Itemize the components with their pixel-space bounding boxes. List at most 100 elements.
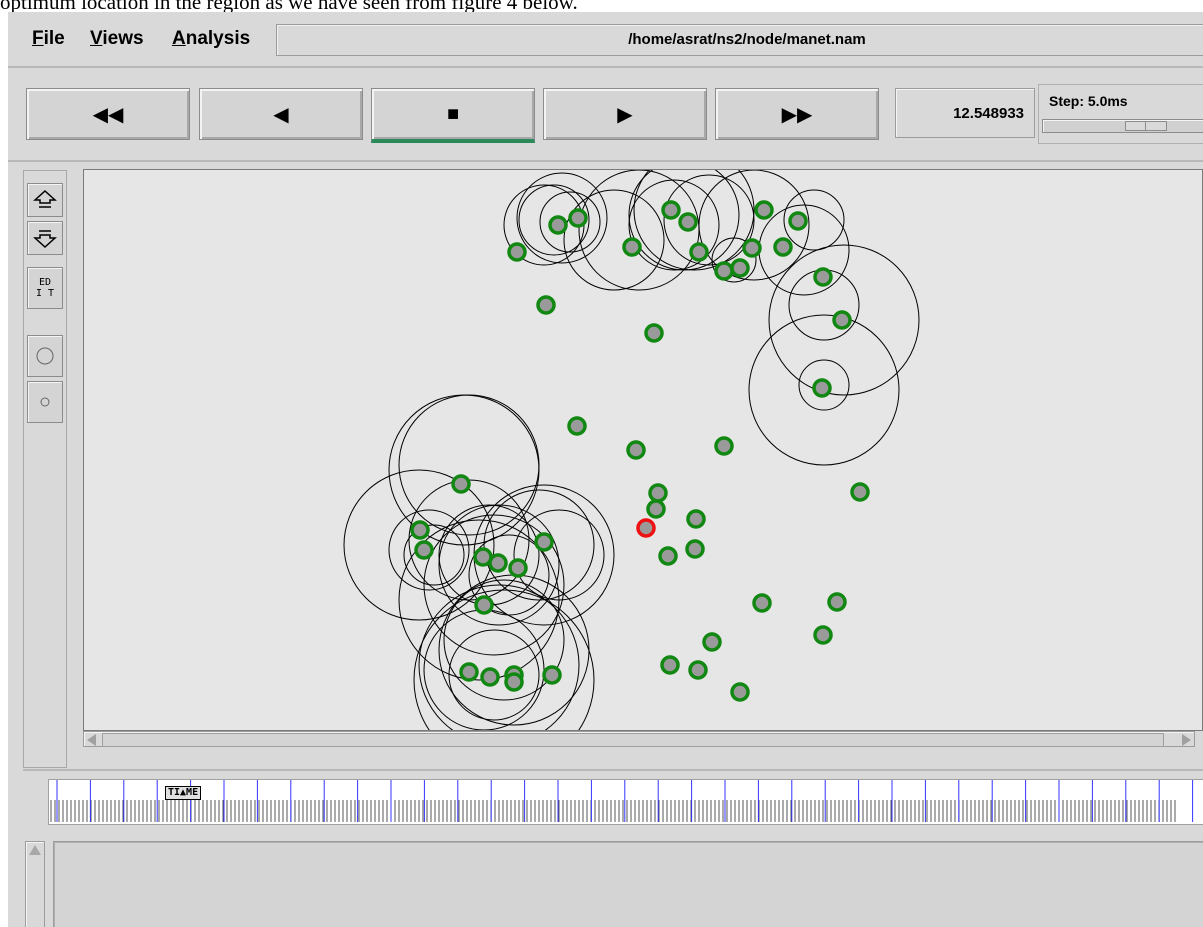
mobile-node[interactable] (832, 310, 852, 330)
fast-forward-button[interactable]: ▶▶ (715, 88, 879, 140)
mobile-node[interactable] (488, 553, 508, 573)
scroll-left-icon[interactable] (87, 734, 96, 746)
mobile-node[interactable] (813, 625, 833, 645)
mobile-node[interactable] (459, 662, 479, 682)
menu-analysis-accel: A (172, 28, 186, 49)
annotation-list[interactable] (53, 841, 1203, 927)
step-slider-thumb[interactable] (1125, 121, 1167, 131)
zoom-out-button[interactable] (27, 221, 63, 255)
mobile-node[interactable] (850, 482, 870, 502)
nam-window: File Views Analysis /home/asrat/ns2/node… (8, 12, 1203, 927)
playback-toolbar: ◀◀ ◀ ■ ▶ ▶▶ 12.548933 Step: 5.0ms (8, 70, 1203, 162)
mobile-node[interactable] (507, 242, 527, 262)
mobile-node[interactable] (714, 436, 734, 456)
mobile-node[interactable] (508, 558, 528, 578)
mobile-node[interactable] (730, 258, 750, 278)
mobile-node[interactable] (714, 261, 734, 281)
timeline-ticks (50, 780, 1194, 822)
horizontal-scroll-thumb[interactable] (102, 733, 1164, 747)
mobile-node[interactable] (414, 540, 434, 560)
mobile-node[interactable] (752, 593, 772, 613)
mobile-node[interactable] (686, 509, 706, 529)
edit-label-top: ED (38, 277, 52, 288)
horizontal-scrollbar[interactable] (83, 731, 1195, 747)
zoom-out-icon (33, 230, 57, 249)
mobile-node[interactable] (678, 212, 698, 232)
mobile-node[interactable] (688, 660, 708, 680)
range-ring (413, 589, 595, 730)
edit-label-bottom: I T (35, 288, 55, 299)
mobile-node[interactable] (548, 215, 568, 235)
step-slider[interactable] (1042, 119, 1203, 133)
mobile-node[interactable] (773, 237, 793, 257)
mobile-node[interactable] (567, 416, 587, 436)
network-topology (343, 170, 920, 730)
file-path-display: /home/asrat/ns2/node/manet.nam (276, 24, 1203, 56)
menu-views[interactable]: Views (90, 28, 144, 50)
selected-node[interactable] (636, 518, 656, 538)
mobile-node[interactable] (754, 200, 774, 220)
range-ring (418, 584, 580, 730)
mobile-node[interactable] (474, 595, 494, 615)
mobile-node[interactable] (534, 532, 554, 552)
mobile-node[interactable] (660, 655, 680, 675)
mobile-node[interactable] (730, 682, 750, 702)
menu-views-accel: V (90, 28, 103, 49)
range-ring (663, 174, 755, 266)
mobile-node[interactable] (622, 237, 642, 257)
fast-rewind-icon: ◀◀ (92, 103, 124, 126)
network-canvas[interactable] (83, 169, 1203, 731)
annotation-panel (23, 835, 1203, 927)
mobile-node[interactable] (480, 667, 500, 687)
circle-small-icon (40, 397, 50, 407)
mobile-node[interactable] (542, 665, 562, 685)
mobile-node[interactable] (702, 632, 722, 652)
rewind-button[interactable]: ◀ (199, 88, 363, 140)
mobile-node[interactable] (788, 211, 808, 231)
mobile-node[interactable] (658, 546, 678, 566)
network-view (78, 164, 1203, 754)
mobile-node[interactable] (813, 267, 833, 287)
stop-icon: ■ (446, 102, 460, 125)
small-node-button[interactable] (27, 381, 63, 423)
scroll-up-icon[interactable] (29, 845, 41, 855)
mobile-node[interactable] (661, 200, 681, 220)
mobile-node[interactable] (689, 242, 709, 262)
zoom-in-icon (33, 189, 57, 208)
timeline-slider[interactable]: TI▲ME (48, 779, 1203, 825)
mobile-node[interactable] (742, 238, 762, 258)
menu-file[interactable]: File (32, 28, 65, 50)
menu-bar: File Views Analysis /home/asrat/ns2/node… (8, 12, 1203, 68)
mobile-node[interactable] (410, 520, 430, 540)
scroll-right-icon[interactable] (1182, 734, 1191, 746)
play-icon: ▶ (617, 103, 633, 126)
mobile-node[interactable] (536, 295, 556, 315)
mobile-node[interactable] (504, 672, 524, 692)
vertical-scrollbar[interactable] (25, 841, 45, 927)
edit-button[interactable]: ED I T (27, 267, 63, 309)
mobile-node[interactable] (644, 323, 664, 343)
zoom-in-button[interactable] (27, 183, 63, 217)
side-toolbar: ED I T (23, 170, 67, 768)
range-ring (578, 170, 700, 291)
menu-views-label: iews (102, 28, 144, 49)
mobile-node[interactable] (646, 499, 666, 519)
mobile-node[interactable] (827, 592, 847, 612)
fast-forward-icon: ▶▶ (781, 103, 813, 126)
mobile-node[interactable] (685, 539, 705, 559)
fast-rewind-button[interactable]: ◀◀ (26, 88, 190, 140)
mobile-node[interactable] (568, 208, 588, 228)
timeline: TI▲ME (23, 769, 1203, 829)
play-button[interactable]: ▶ (543, 88, 707, 140)
mobile-node[interactable] (626, 440, 646, 460)
large-node-button[interactable] (27, 335, 63, 377)
simulation-time-display: 12.548933 (895, 88, 1035, 138)
menu-analysis[interactable]: Analysis (172, 28, 250, 50)
rewind-icon: ◀ (273, 103, 289, 126)
mobile-node[interactable] (812, 378, 832, 398)
stop-button[interactable]: ■ (371, 88, 535, 143)
time-marker[interactable]: TI▲ME (165, 786, 202, 800)
mobile-node[interactable] (648, 483, 668, 503)
mobile-node[interactable] (451, 474, 471, 494)
step-control: Step: 5.0ms (1038, 84, 1203, 144)
